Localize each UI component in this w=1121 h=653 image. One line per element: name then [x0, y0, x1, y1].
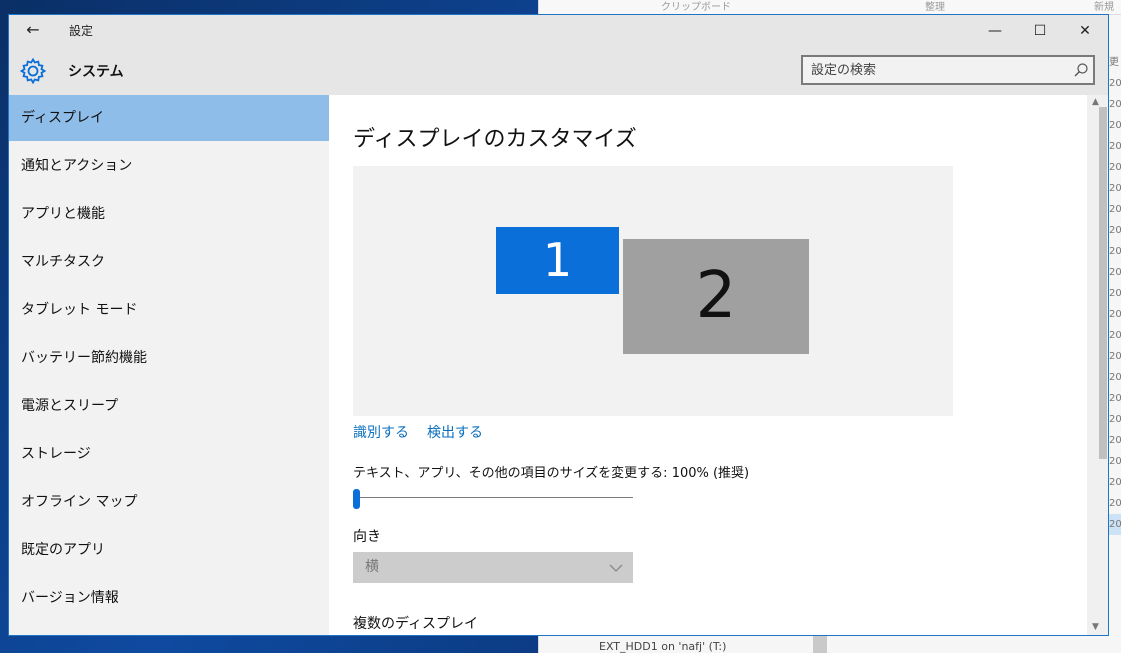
title-bar: ← 設定 — ☐ ✕	[9, 15, 1108, 47]
list-item: 20	[1109, 78, 1121, 89]
back-arrow-icon[interactable]: ←	[23, 20, 43, 40]
sidebar-item-offline-maps[interactable]: オフライン マップ	[9, 479, 329, 525]
sidebar-item-battery-saver[interactable]: バッテリー節約機能	[9, 335, 329, 381]
sidebar-item-label: タブレット モード	[21, 302, 138, 318]
monitor-1[interactable]: 1	[496, 227, 619, 294]
scale-slider[interactable]	[353, 497, 633, 498]
chevron-down-icon	[609, 564, 623, 572]
sidebar-item-label: バッテリー節約機能	[21, 350, 147, 366]
list-item: 20	[1109, 204, 1121, 215]
sidebar: ディスプレイ 通知とアクション アプリと機能 マルチタスク タブレット モード …	[9, 95, 329, 635]
sidebar-item-tablet-mode[interactable]: タブレット モード	[9, 287, 329, 333]
list-item: 20	[1109, 456, 1121, 467]
search-input[interactable]	[811, 61, 1061, 79]
content-scrollbar[interactable]: ▲ ▼	[1087, 95, 1108, 635]
settings-window: ← 設定 — ☐ ✕ システム ディスプレイ 通知とアクション アプリと機能 マ…	[8, 14, 1109, 636]
sidebar-item-about[interactable]: バージョン情報	[9, 575, 329, 621]
sidebar-item-label: マルチタスク	[21, 254, 105, 270]
page-title: システム	[68, 64, 124, 80]
column-header: 更	[1109, 57, 1119, 68]
search-icon[interactable]	[1073, 62, 1089, 78]
list-item: 20	[1109, 514, 1121, 535]
sidebar-item-storage[interactable]: ストレージ	[9, 431, 329, 477]
sidebar-item-label: ディスプレイ	[21, 110, 105, 126]
sidebar-item-label: 電源とスリープ	[21, 398, 119, 414]
sidebar-item-multitasking[interactable]: マルチタスク	[9, 239, 329, 285]
page-header: システム	[9, 47, 1108, 95]
ribbon-label: 整理	[925, 2, 945, 13]
maximize-button[interactable]: ☐	[1017, 15, 1063, 47]
sidebar-item-notifications[interactable]: 通知とアクション	[9, 143, 329, 189]
list-item: 20	[1109, 351, 1121, 362]
gear-icon	[19, 57, 47, 85]
list-item: 20	[1109, 330, 1121, 341]
scrollbar-thumb[interactable]	[1099, 107, 1107, 459]
minimize-button[interactable]: —	[972, 15, 1018, 47]
sidebar-item-power-sleep[interactable]: 電源とスリープ	[9, 383, 329, 429]
background-ribbon: クリップボード 整理 新規	[539, 0, 1121, 15]
list-item: 20	[1109, 498, 1121, 509]
scale-label: テキスト、アプリ、その他の項目のサイズを変更する: 100% (推奨)	[353, 466, 750, 481]
list-item: 20	[1109, 393, 1121, 404]
window-title: 設定	[69, 24, 94, 38]
detect-link[interactable]: 検出する	[427, 422, 483, 442]
sidebar-item-label: アプリと機能	[21, 206, 105, 222]
sidebar-item-label: オフライン マップ	[21, 494, 138, 510]
monitor-2[interactable]: 2	[623, 239, 809, 354]
orientation-value: 横	[365, 559, 379, 575]
sidebar-item-label: 既定のアプリ	[21, 542, 105, 558]
list-item: 20	[1109, 162, 1121, 173]
main-content: ディスプレイのカスタマイズ 1 2 識別する 検出する テキスト、アプリ、その他…	[329, 95, 1087, 635]
sidebar-item-label: 通知とアクション	[21, 158, 133, 174]
sidebar-item-label: ストレージ	[21, 446, 91, 462]
scroll-up-icon[interactable]: ▲	[1092, 97, 1099, 107]
background-date-column: 更 20 20 20 20 20 20 20 20 20 20 20 20 20…	[1109, 52, 1121, 552]
sidebar-item-label: バージョン情報	[21, 590, 119, 606]
list-item: 20	[1109, 288, 1121, 299]
orientation-select[interactable]: 横	[353, 552, 633, 583]
list-item: 20	[1109, 246, 1121, 257]
display-arrangement: 1 2	[353, 166, 953, 416]
sidebar-item-default-apps[interactable]: 既定のアプリ	[9, 527, 329, 573]
list-item: 20	[1109, 309, 1121, 320]
scroll-down-icon[interactable]: ▼	[1092, 622, 1099, 632]
list-item: 20	[1109, 99, 1121, 110]
list-item: 20	[1109, 141, 1121, 152]
ribbon-label: クリップボード	[661, 2, 731, 13]
sidebar-item-display[interactable]: ディスプレイ	[9, 95, 329, 141]
identify-link[interactable]: 識別する	[353, 422, 409, 442]
search-box[interactable]	[801, 55, 1095, 85]
ribbon-label: 新規	[1094, 2, 1114, 13]
list-item: 20	[1109, 414, 1121, 425]
list-item: 20	[1109, 372, 1121, 383]
close-button[interactable]: ✕	[1062, 15, 1108, 47]
orientation-label: 向き	[353, 529, 381, 545]
list-item: 20	[1109, 225, 1121, 236]
list-item: 20	[1109, 435, 1121, 446]
list-item: 20	[1109, 183, 1121, 194]
multiple-displays-label: 複数のディスプレイ	[353, 616, 479, 632]
scale-slider-thumb[interactable]	[353, 489, 360, 509]
sidebar-item-apps-features[interactable]: アプリと機能	[9, 191, 329, 237]
background-drive-item: EXT_HDD1 on 'nafj' (T:)	[599, 640, 727, 653]
section-title: ディスプレイのカスタマイズ	[353, 127, 637, 152]
list-item: 20	[1109, 120, 1121, 131]
list-item: 20	[1109, 477, 1121, 488]
list-item: 20	[1109, 267, 1121, 278]
background-scrollbar	[813, 636, 827, 653]
